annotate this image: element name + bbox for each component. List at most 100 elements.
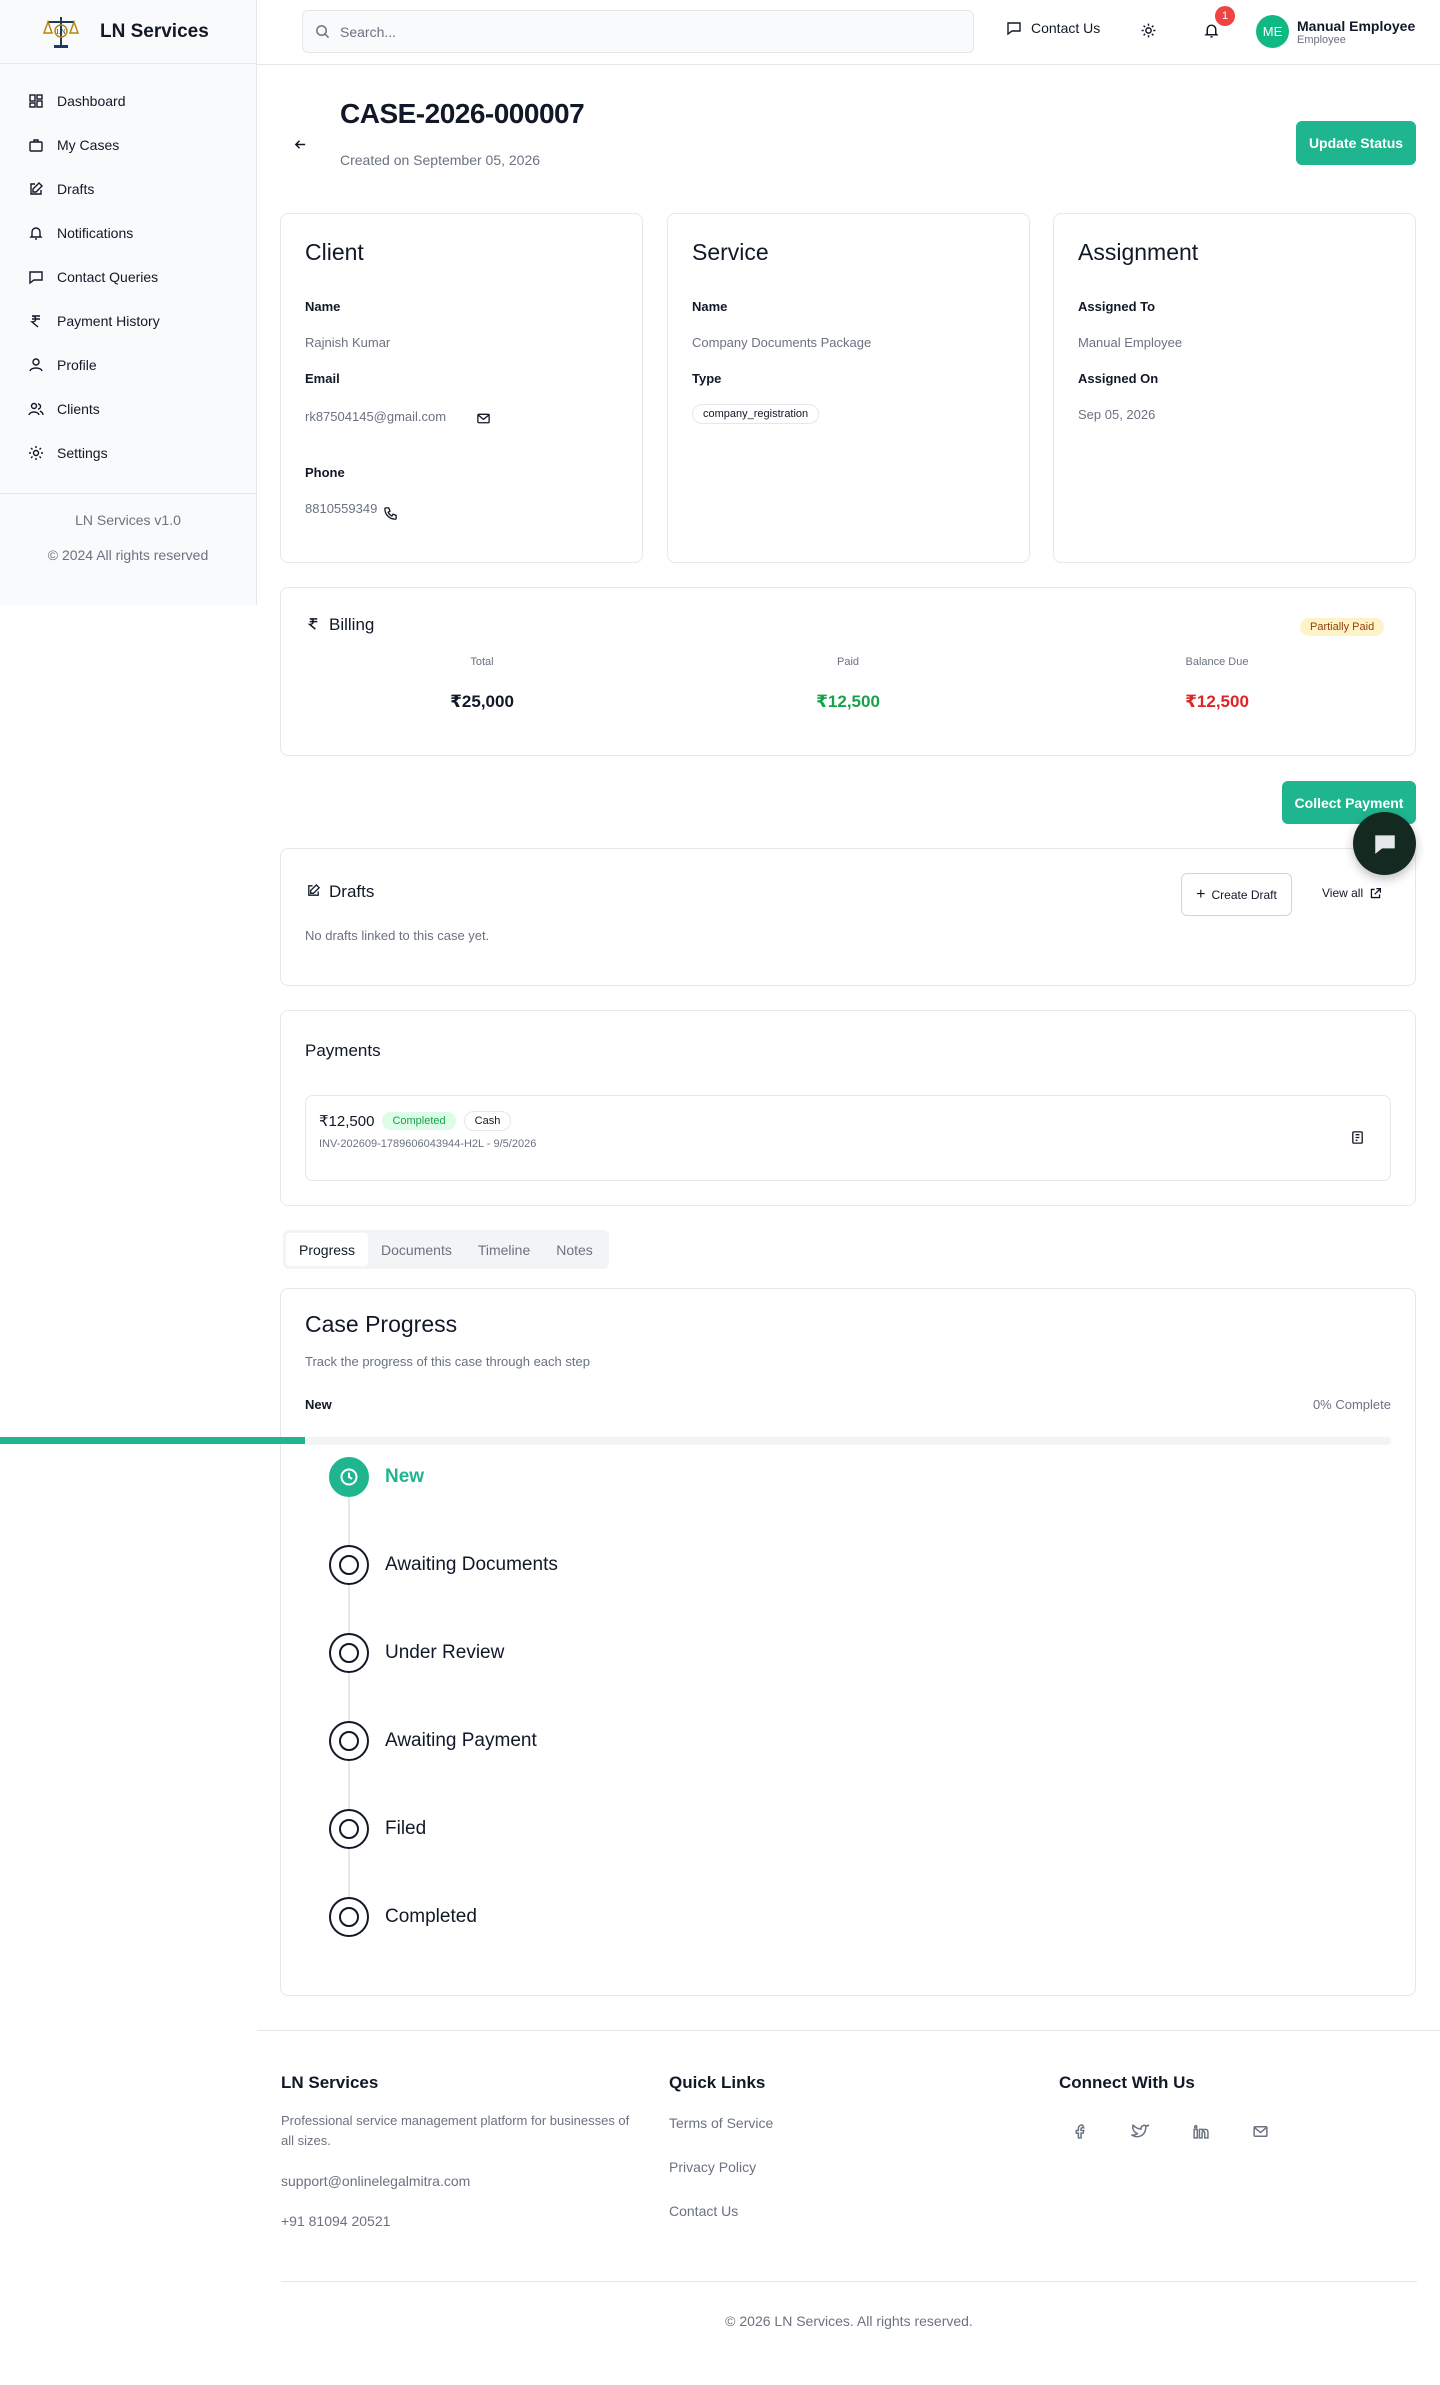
sidebar-item-settings[interactable]: Settings [0,431,256,475]
message-icon [1007,22,1021,36]
step-label: Awaiting Documents [385,1554,558,1575]
sidebar-item-payment-history[interactable]: Payment History [0,299,256,343]
gear-icon [29,446,43,460]
footer-link-contact[interactable]: Contact Us [669,2203,738,2219]
step-label: Under Review [385,1642,505,1663]
progress-step-under-review: Under Review [329,1633,504,1673]
rupee-icon [306,616,321,636]
client-email: rk87504145@gmail.com [305,409,447,424]
search-box[interactable] [302,10,974,53]
payment-amount: ₹12,500 [319,1113,375,1130]
chat-icon [1374,834,1395,854]
phone-icon[interactable] [383,506,398,526]
sidebar-item-drafts[interactable]: Drafts [0,167,256,211]
sidebar-item-dashboard[interactable]: Dashboard [0,79,256,123]
logo-icon: LN [40,11,82,53]
payment-method-badge: Cash [463,1111,512,1131]
twitter-icon[interactable] [1129,2123,1150,2145]
drafts-card: Drafts + Create Draft View all No drafts… [280,848,1416,986]
footer-link-privacy[interactable]: Privacy Policy [669,2159,756,2175]
create-draft-button[interactable]: + Create Draft [1181,873,1292,916]
progress-step-awaiting-documents: Awaiting Documents [329,1545,558,1585]
case-tabs: Progress Documents Timeline Notes [283,1230,609,1269]
search-input[interactable] [340,23,940,40]
assigned-on-label: Assigned On [1078,371,1159,386]
avatar: ME [1256,15,1289,48]
step-label: Completed [385,1906,477,1927]
service-card: Service Name Company Documents Package T… [667,213,1030,563]
billing-total: Total ₹25,000 [382,656,582,712]
receipt-icon[interactable] [1350,1130,1365,1150]
case-progress-heading: Case Progress [305,1311,458,1337]
circle-icon [329,1545,369,1585]
sidebar-item-notifications[interactable]: Notifications [0,211,256,255]
back-button[interactable] [293,137,308,157]
sidebar-item-profile[interactable]: Profile [0,343,256,387]
assigned-on: Sep 05, 2026 [1078,407,1156,422]
billing-paid: Paid ₹12,500 [748,656,948,712]
arrow-left-icon [294,140,306,149]
progress-bar-track [305,1437,1391,1445]
case-progress-subtitle: Track the progress of this case through … [305,1354,590,1369]
briefcase-icon [29,139,43,152]
rupee-icon [30,315,40,328]
footer: LN Services Professional service managem… [257,2030,1440,2329]
sidebar-item-contact-queries[interactable]: Contact Queries [0,255,256,299]
service-name: Company Documents Package [692,335,872,350]
user-role: Employee [1297,33,1346,46]
billing-balance-label: Balance Due [1185,656,1249,668]
footer-divider [281,2281,1417,2282]
billing-paid-value: ₹12,500 [816,692,880,711]
contact-us-button[interactable]: Contact Us [1006,20,1100,36]
tab-documents[interactable]: Documents [368,1233,465,1266]
chat-button[interactable] [1353,812,1416,875]
step-label: New [385,1466,425,1487]
payments-heading: Payments [305,1041,381,1060]
theme-toggle-button[interactable] [1140,22,1157,44]
sidebar-item-clients[interactable]: Clients [0,387,256,431]
create-draft-label: Create Draft [1211,887,1277,902]
footer-brand: LN Services [281,2073,379,2092]
svg-text:LN: LN [56,28,65,36]
progress-bar-fill [0,1437,305,1444]
payment-item[interactable]: ₹12,500 Completed Cash INV-202609-178960… [305,1095,1391,1181]
dashboard-icon [29,94,43,108]
client-name-label: Name [305,299,341,314]
sidebar-item-label: Contact Queries [57,269,159,285]
billing-total-value: ₹25,000 [450,692,514,711]
brand[interactable]: LN LN Services [0,0,256,64]
footer-link-terms[interactable]: Terms of Service [669,2115,773,2131]
progress-step-awaiting-payment: Awaiting Payment [329,1721,537,1761]
tab-progress[interactable]: Progress [286,1233,369,1266]
user-menu[interactable]: ME Manual Employee Employee [1256,15,1415,48]
facebook-icon[interactable] [1072,2123,1089,2145]
app-version: LN Services v1.0 [75,512,181,528]
billing-balance-value: ₹12,500 [1185,692,1249,711]
footer-copyright: © 2026 LN Services. All rights reserved. [725,2313,973,2329]
footer-email[interactable]: support@onlinelegalmitra.com [281,2173,470,2189]
mail-icon[interactable] [1251,2123,1270,2145]
case-created-date: Created on September 05, 2026 [340,152,541,168]
step-label: Filed [385,1818,427,1839]
sidebar-footer: LN Services v1.0 © 2024 All rights reser… [0,493,256,582]
linkedin-icon[interactable] [1192,2123,1209,2145]
footer-phone[interactable]: +91 81094 20521 [281,2213,390,2229]
mail-icon[interactable] [476,411,491,431]
circle-icon [329,1721,369,1761]
sun-icon [1141,23,1156,38]
tab-timeline[interactable]: Timeline [465,1233,543,1266]
sidebar-nav: Dashboard My Cases Drafts Notifications … [0,64,256,475]
brand-name: LN Services [100,20,209,42]
billing-balance: Balance Due ₹12,500 [1117,656,1317,712]
view-all-link[interactable]: View all [1322,886,1382,900]
service-heading: Service [692,239,769,265]
client-name: Rajnish Kumar [305,335,391,350]
billing-total-label: Total [470,656,494,668]
progress-step-completed: Completed [329,1897,477,1937]
notifications-button[interactable]: 1 [1203,6,1235,44]
sidebar-copyright: © 2024 All rights reserved [47,547,209,563]
tab-notes[interactable]: Notes [543,1233,606,1266]
update-status-button[interactable]: Update Status [1296,121,1416,165]
sidebar-item-my-cases[interactable]: My Cases [0,123,256,167]
payment-status-badge: Completed [382,1112,456,1130]
